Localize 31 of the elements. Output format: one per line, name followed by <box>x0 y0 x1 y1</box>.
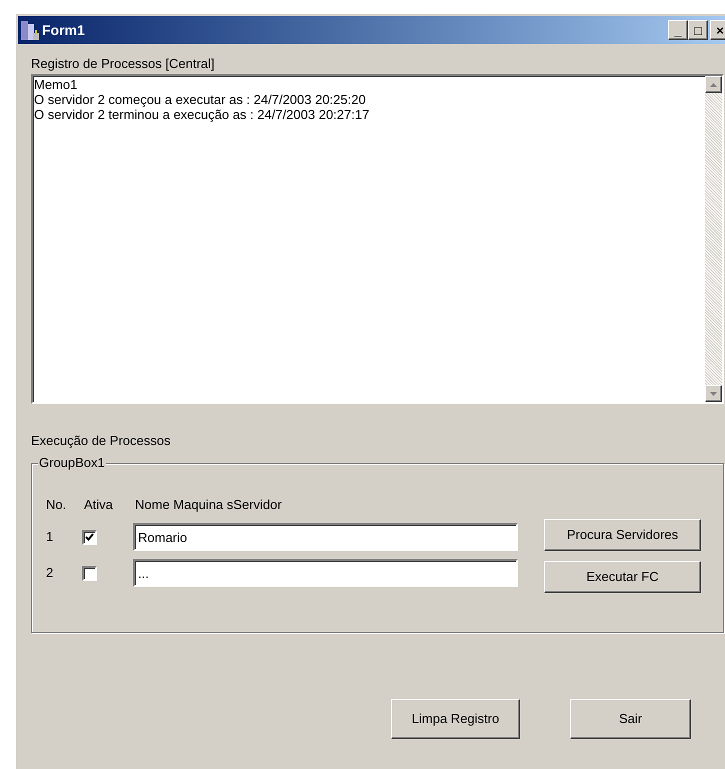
server-name-field[interactable]: Romario <box>133 523 518 551</box>
minimize-button[interactable]: _ <box>668 20 688 40</box>
scroll-down-button[interactable] <box>705 385 722 402</box>
up-arrow-icon <box>710 82 717 86</box>
push-button[interactable]: Executar FC <box>544 561 701 593</box>
scrollbar[interactable] <box>705 76 722 402</box>
close-button[interactable]: × <box>710 20 725 40</box>
window-title: Form1 <box>42 20 85 40</box>
scroll-up-button[interactable] <box>705 76 722 93</box>
row-number: 2 <box>46 564 54 582</box>
memo-box[interactable]: Memo1 O servidor 2 começou a executar as : 24/7/2003 20:25:20 O servidor 2 terminou a execução as : 24/7/2003 20:27:17 <box>31 74 724 404</box>
log-line: O servidor 2 terminou a execução as : 24/7/2003 20:27:17 <box>34 107 370 122</box>
execution-label: Execução de Processos <box>31 433 172 449</box>
app-icon <box>20 19 40 41</box>
checkbox[interactable] <box>82 566 97 580</box>
push-button[interactable]: Procura Servidores <box>544 519 701 551</box>
column-header: Nome Maquina sServidor <box>135 497 282 513</box>
maximize-button[interactable]: □ <box>688 20 708 40</box>
column-header: No. <box>46 497 68 513</box>
log-line: O servidor 2 começou a executar as : 24/7/2003 20:25:20 <box>34 92 367 107</box>
group-title: GroupBox1 <box>38 455 106 471</box>
checkbox[interactable] <box>82 530 97 544</box>
log-line: Memo1 <box>34 77 78 92</box>
row-number: 1 <box>46 528 54 546</box>
down-arrow-icon <box>710 392 717 396</box>
column-header: Ativa <box>84 497 114 513</box>
log-label: Registro de Processos [Central] <box>31 56 216 72</box>
push-button[interactable]: Limpa Registro <box>391 699 520 739</box>
push-button[interactable]: Sair <box>570 699 691 739</box>
server-name-field[interactable]: ... <box>133 559 518 587</box>
check-icon <box>85 533 94 541</box>
